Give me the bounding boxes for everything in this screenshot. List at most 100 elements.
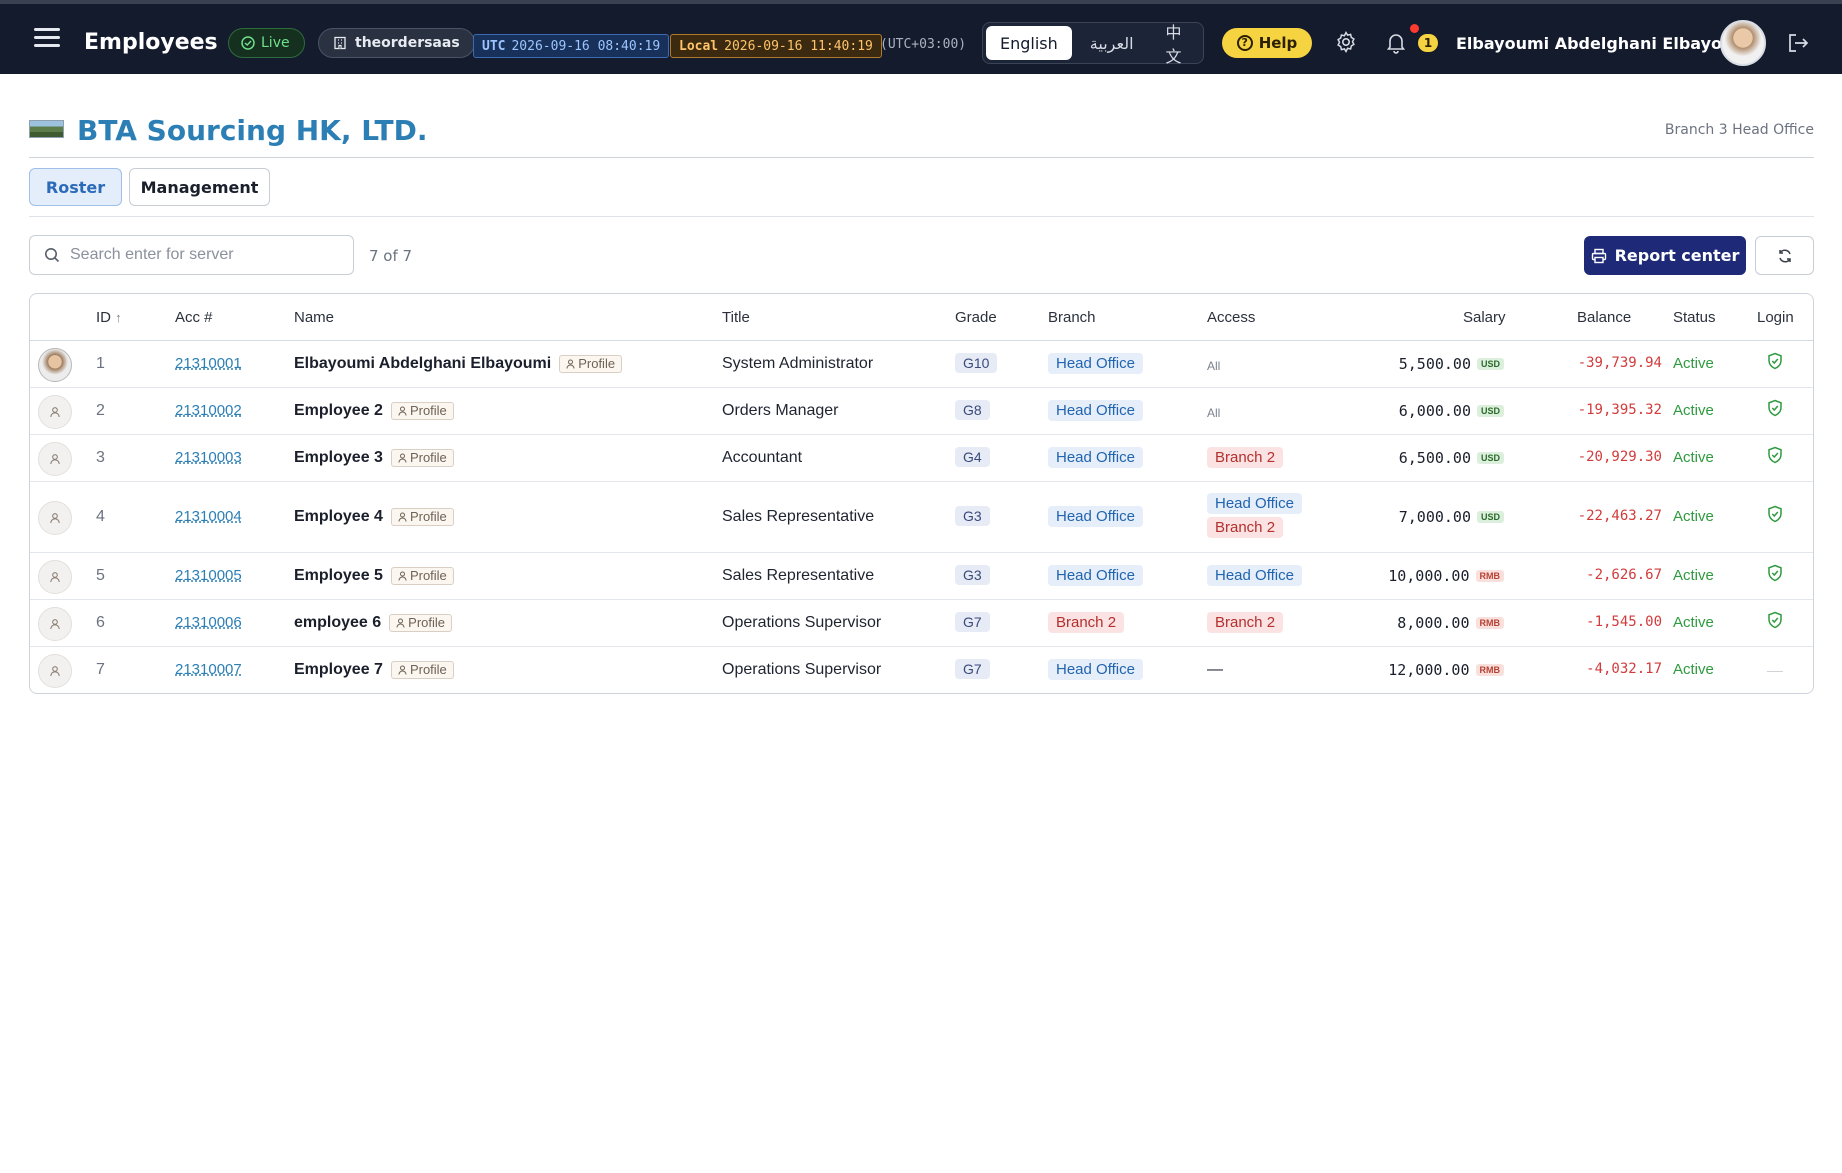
col-grade[interactable]: Grade bbox=[955, 309, 997, 326]
settings-gear-icon[interactable] bbox=[1334, 30, 1358, 54]
col-acc[interactable]: Acc # bbox=[175, 309, 213, 326]
currency-badge: RMB bbox=[1475, 570, 1504, 582]
job-title: Operations Supervisor bbox=[722, 660, 882, 678]
refresh-button[interactable] bbox=[1755, 236, 1814, 275]
login-shield-icon[interactable] bbox=[1767, 505, 1783, 523]
employee-name: Employee 5 Profile bbox=[294, 566, 454, 585]
employee-name: Employee 7 Profile bbox=[294, 660, 454, 679]
branch-cell: Head Office bbox=[1048, 658, 1143, 680]
person-icon bbox=[50, 406, 60, 417]
col-login[interactable]: Login bbox=[1757, 309, 1794, 326]
report-center-button[interactable]: Report center bbox=[1584, 236, 1746, 275]
tenant-badge[interactable]: theordersaas bbox=[318, 28, 475, 58]
job-title: Orders Manager bbox=[722, 401, 839, 419]
access-badge: Head Office bbox=[1207, 564, 1302, 586]
employee-avatar bbox=[38, 500, 72, 535]
col-status[interactable]: Status bbox=[1673, 309, 1716, 326]
company-name: BTA Sourcing HK, LTD. bbox=[77, 114, 428, 147]
utc-label: UTC bbox=[482, 38, 506, 54]
lang-english[interactable]: English bbox=[986, 26, 1072, 60]
col-access[interactable]: Access bbox=[1207, 309, 1255, 326]
profile-button[interactable]: Profile bbox=[390, 448, 454, 467]
table-row[interactable]: 1 21310001 Elbayoumi Abdelghani Elbayoumi P… bbox=[30, 341, 1813, 388]
profile-label: Profile bbox=[409, 662, 447, 677]
col-name[interactable]: Name bbox=[294, 309, 334, 326]
top-bar: Employees Live theordersaas UTC 2026-09-… bbox=[0, 0, 1842, 74]
balance-amount: -2,626.67 bbox=[1586, 566, 1662, 583]
company-logo bbox=[29, 120, 64, 138]
grade-cell: G3 bbox=[955, 564, 990, 585]
table-row[interactable]: 5 21310005 Employee 5 Profile Sales Represen… bbox=[30, 553, 1813, 600]
status-text: Active bbox=[1673, 507, 1714, 525]
employee-name-text[interactable]: employee 6 bbox=[294, 614, 381, 631]
logout-icon[interactable] bbox=[1786, 32, 1810, 54]
lang-chinese[interactable]: 中文 bbox=[1152, 23, 1200, 66]
status-text: Active bbox=[1673, 660, 1714, 678]
account-number-link[interactable]: 21310007 bbox=[175, 661, 242, 678]
person-icon bbox=[50, 453, 60, 464]
notification-bell-icon[interactable] bbox=[1384, 30, 1408, 54]
account-number-link[interactable]: 21310004 bbox=[175, 508, 242, 525]
employee-name-text[interactable]: Employee 5 bbox=[294, 567, 383, 584]
current-user-name[interactable]: Elbayoumi Abdelghani Elbayoumi bbox=[1456, 34, 1756, 53]
salary-cell: 6,500.00 USD bbox=[1364, 449, 1504, 467]
salary-cell: 10,000.00 RMB bbox=[1364, 567, 1504, 585]
login-shield-icon[interactable] bbox=[1767, 399, 1783, 417]
tab-roster[interactable]: Roster bbox=[29, 168, 122, 206]
currency-badge: USD bbox=[1476, 405, 1504, 417]
account-number-link[interactable]: 21310003 bbox=[175, 449, 242, 466]
job-title: Sales Representative bbox=[722, 566, 875, 584]
col-id[interactable]: ID ↑ bbox=[96, 309, 122, 326]
search-input[interactable] bbox=[70, 246, 330, 264]
table-row[interactable]: 6 21310006 employee 6 Profile Operations Sup… bbox=[30, 600, 1813, 647]
login-shield-icon[interactable] bbox=[1767, 446, 1783, 464]
account-number-link[interactable]: 21310001 bbox=[175, 355, 242, 372]
table-row[interactable]: 3 21310003 Employee 3 Profile Accountant G4 He… bbox=[30, 435, 1813, 482]
col-branch[interactable]: Branch bbox=[1048, 309, 1096, 326]
login-shield-icon[interactable] bbox=[1767, 611, 1783, 629]
table-row[interactable]: 2 21310002 Employee 2 Profile Orders Manager… bbox=[30, 388, 1813, 435]
person-icon bbox=[50, 571, 60, 582]
account-number-link[interactable]: 21310002 bbox=[175, 402, 242, 419]
grade-badge: G4 bbox=[955, 446, 990, 467]
employee-name-text[interactable]: Employee 4 bbox=[294, 508, 383, 525]
grade-cell: G3 bbox=[955, 505, 990, 526]
employee-avatar bbox=[38, 559, 72, 594]
profile-button[interactable]: Profile bbox=[390, 507, 454, 526]
user-avatar[interactable] bbox=[1720, 20, 1766, 66]
notification-count[interactable]: 1 bbox=[1418, 34, 1438, 52]
profile-button[interactable]: Profile bbox=[390, 566, 454, 585]
employee-name-text[interactable]: Employee 2 bbox=[294, 402, 383, 419]
employee-name-text[interactable]: Elbayoumi Abdelghani Elbayoumi bbox=[294, 355, 551, 372]
hamburger-menu-icon[interactable] bbox=[34, 28, 60, 50]
profile-label: Profile bbox=[578, 356, 616, 371]
col-salary[interactable]: Salary bbox=[1463, 309, 1506, 326]
lang-arabic[interactable]: العربية bbox=[1076, 26, 1148, 60]
employee-name-text[interactable]: Employee 3 bbox=[294, 449, 383, 466]
account-number-link[interactable]: 21310006 bbox=[175, 614, 242, 631]
login-shield-icon[interactable] bbox=[1767, 564, 1783, 582]
col-balance[interactable]: Balance bbox=[1577, 309, 1631, 326]
login-shield-icon[interactable] bbox=[1767, 352, 1783, 370]
printer-icon bbox=[1591, 248, 1606, 263]
profile-button[interactable]: Profile bbox=[389, 613, 453, 632]
profile-button[interactable]: Profile bbox=[390, 660, 454, 679]
person-icon bbox=[398, 453, 407, 463]
help-button[interactable]: ? Help bbox=[1222, 28, 1312, 58]
branch-cell: Head Office bbox=[1048, 505, 1143, 527]
col-title[interactable]: Title bbox=[722, 309, 750, 326]
grade-badge: G7 bbox=[955, 611, 990, 632]
profile-button[interactable]: Profile bbox=[390, 401, 454, 420]
tab-management[interactable]: Management bbox=[129, 168, 270, 206]
profile-label: Profile bbox=[409, 450, 447, 465]
grade-cell: G8 bbox=[955, 399, 990, 420]
table-row[interactable]: 7 21310007 Employee 7 Profile Operations Sup… bbox=[30, 647, 1813, 693]
grade-cell: G7 bbox=[955, 611, 990, 632]
profile-button[interactable]: Profile bbox=[559, 354, 623, 373]
table-row[interactable]: 4 21310004 Employee 4 Profile Sales Represen… bbox=[30, 482, 1813, 553]
salary-amount: 5,500.00 bbox=[1398, 354, 1471, 373]
employee-name-text[interactable]: Employee 7 bbox=[294, 661, 383, 678]
account-number-link[interactable]: 21310005 bbox=[175, 567, 242, 584]
employee-avatar bbox=[38, 347, 72, 382]
balance-amount: -20,929.30 bbox=[1577, 448, 1662, 465]
